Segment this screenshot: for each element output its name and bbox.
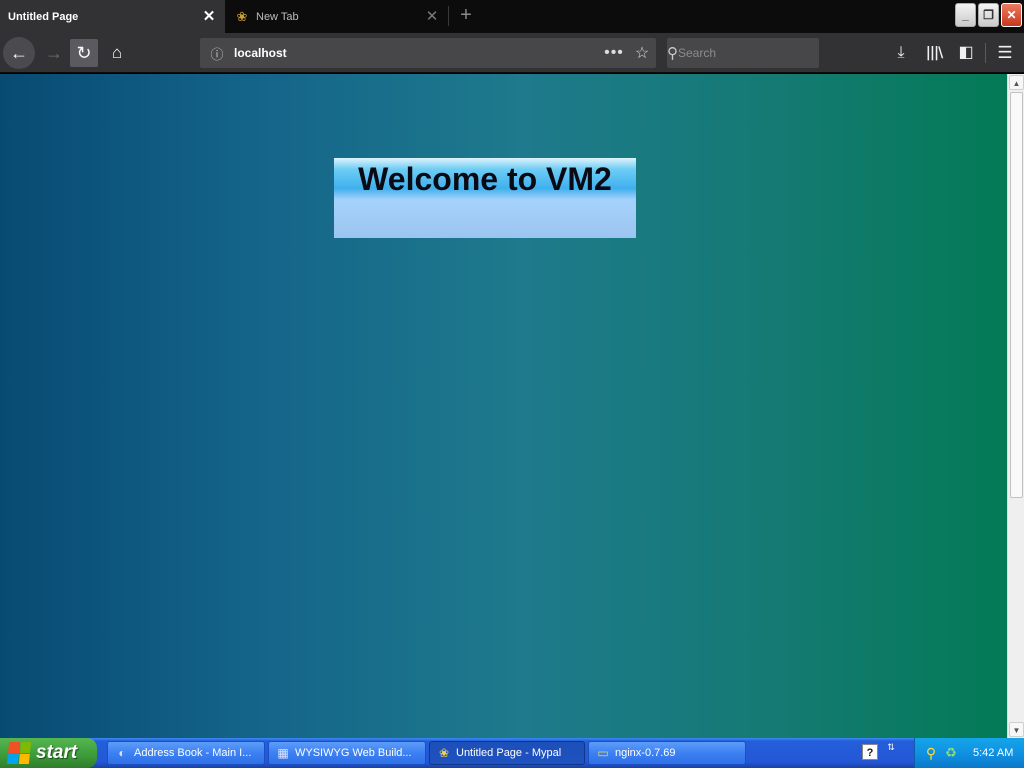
home-icon[interactable]: ⌂ (101, 37, 133, 69)
search-icon: ⚲ (667, 45, 678, 62)
tab-title: Untitled Page (8, 10, 79, 23)
hamburger-menu-icon[interactable]: ☰ (993, 41, 1017, 65)
tab-new-tab[interactable]: ❀ New Tab ✕ (226, 0, 448, 33)
search-magnifier-tray-icon[interactable]: ⚲ (923, 745, 939, 762)
new-tab-plus-icon[interactable]: + (455, 4, 477, 28)
window-controls: _ ❐ ✕ (955, 0, 1024, 33)
tab-strip: Untitled Page ✕ ❀ New Tab ✕ + _ ❐ ✕ (0, 0, 1024, 33)
url-bar[interactable]: ⓘ localhost ••• ☆ (200, 38, 656, 68)
network-tray-icon[interactable]: ♻ (943, 745, 959, 761)
close-window-button[interactable]: ✕ (1001, 3, 1022, 27)
help-icon[interactable]: ? (862, 744, 878, 760)
taskbar-item-wysiwyg[interactable]: ▦ WYSIWYG Web Build... (268, 741, 426, 765)
minimize-button[interactable]: _ (955, 3, 976, 27)
sidebar-icon[interactable]: ◧ (954, 41, 978, 65)
back-arrow-icon[interactable]: ← (3, 37, 35, 69)
mypal-favicon-icon: ❀ (236, 8, 248, 24)
close-tab-icon[interactable]: ✕ (201, 8, 217, 25)
tab-untitled-page[interactable]: Untitled Page ✕ (0, 0, 225, 33)
info-circle-icon[interactable]: ⓘ (204, 44, 230, 63)
mypal-browser-icon: ❀ (438, 746, 450, 760)
wysiwyg-app-icon: ▦ (277, 746, 289, 760)
tab-separator (448, 6, 449, 26)
navigation-toolbar: ← → ↻ ⌂ ⓘ localhost ••• ☆ ⚲ ⤓ |||\ ◧ ☰ (0, 33, 1024, 73)
download-icon[interactable]: ⤓ (889, 41, 913, 65)
bookmark-star-icon[interactable]: ☆ (628, 43, 656, 63)
taskbar-item-label: nginx-0.7.69 (615, 747, 676, 759)
search-bar[interactable]: ⚲ (667, 38, 833, 68)
scroll-up-arrow-icon[interactable]: ▲ (1009, 75, 1024, 90)
search-input[interactable] (678, 46, 833, 60)
start-button[interactable]: start (0, 738, 97, 768)
start-label: start (36, 742, 78, 763)
language-toggle-icon[interactable]: ⇅ (884, 742, 898, 762)
taskbar-item-label: WYSIWYG Web Build... (295, 747, 412, 759)
scrollbar-thumb[interactable] (1010, 92, 1023, 498)
restore-button[interactable]: ❐ (978, 3, 999, 27)
page-content: Welcome to VM2 (0, 74, 1007, 738)
page-heading: Welcome to VM2 (358, 161, 612, 197)
windows-logo-icon (6, 742, 32, 764)
taskbar-item-label: Address Book - Main I... (134, 747, 252, 759)
taskbar-item-nginx-folder[interactable]: ▭ nginx-0.7.69 (588, 741, 746, 765)
welcome-banner: Welcome to VM2 (334, 158, 636, 238)
book-icon: ◐ (118, 746, 126, 760)
scroll-down-arrow-icon[interactable]: ▼ (1009, 722, 1024, 737)
taskbar-item-mypal[interactable]: ❀ Untitled Page - Mypal (429, 741, 585, 765)
clock[interactable]: 5:42 AM (973, 747, 1013, 759)
close-tab-icon[interactable]: ✕ (424, 8, 440, 25)
taskbar: start ◐ Address Book - Main I... ▦ WYSIW… (0, 738, 1024, 768)
reload-icon[interactable]: ↻ (70, 39, 98, 67)
vertical-scrollbar[interactable]: ▲ ▼ (1007, 74, 1024, 738)
taskbar-item-address-book[interactable]: ◐ Address Book - Main I... (107, 741, 265, 765)
taskbar-item-label: Untitled Page - Mypal (456, 747, 562, 759)
page-actions-dots-icon[interactable]: ••• (600, 44, 628, 62)
url-text[interactable]: localhost (230, 46, 600, 60)
toolbar-separator (985, 43, 986, 63)
system-tray: ⚲ ♻ 5:42 AM (914, 738, 1024, 768)
forward-arrow-icon[interactable]: → (38, 37, 70, 69)
folder-icon: ▭ (597, 746, 609, 760)
tab-title: New Tab (256, 10, 299, 23)
library-icon[interactable]: |||\ (922, 41, 946, 65)
